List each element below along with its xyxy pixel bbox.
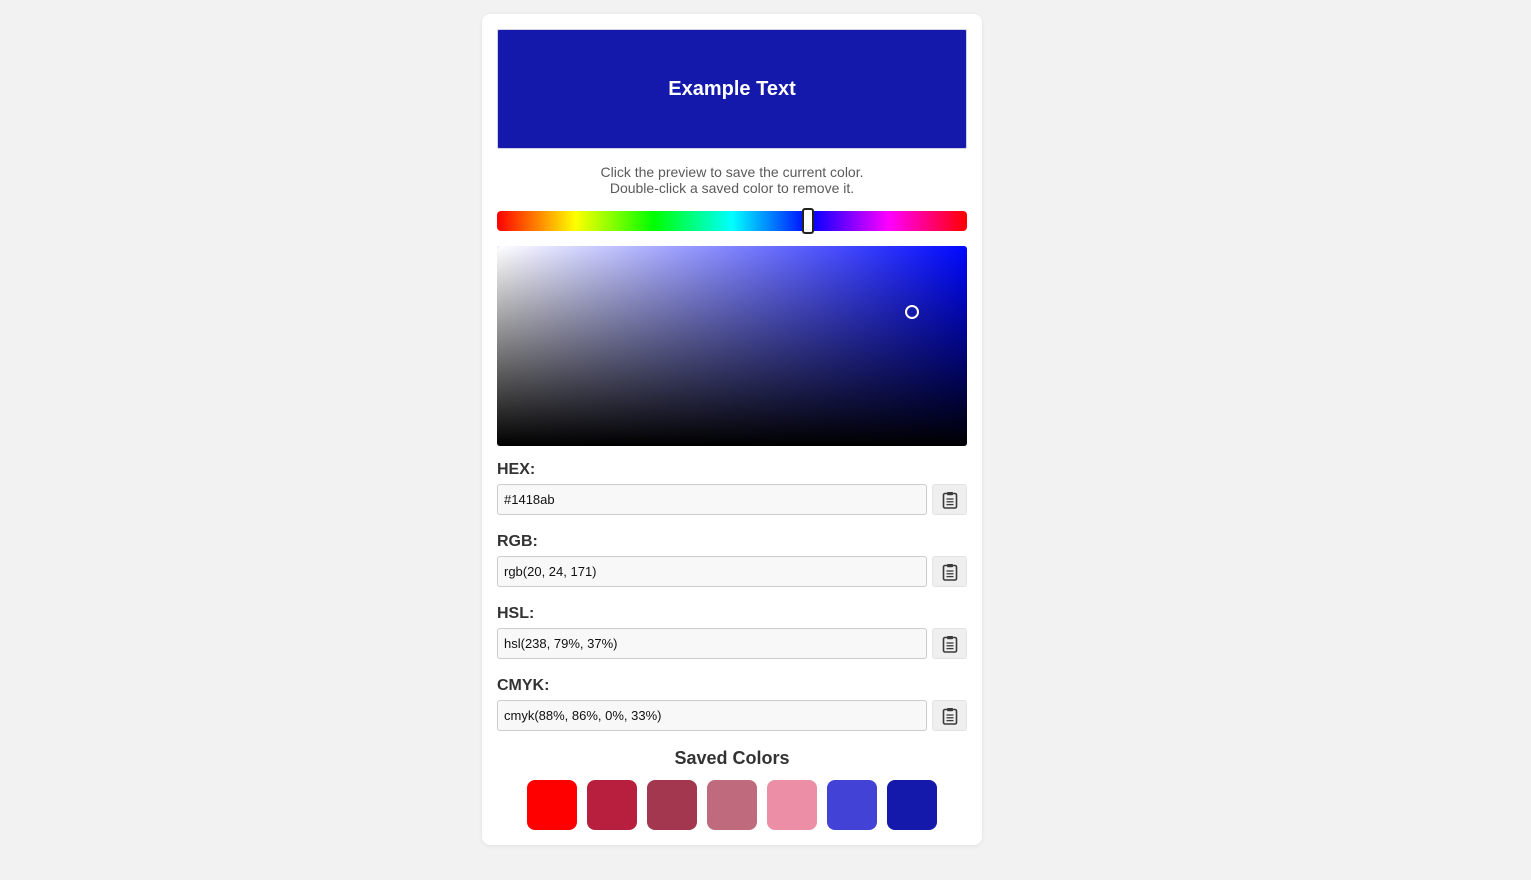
- clipboard-icon: [942, 707, 957, 725]
- hsl-label: HSL:: [497, 605, 535, 622]
- instruction-remove: Double-click a saved color to remove it.: [609, 180, 855, 196]
- hsl-input[interactable]: [497, 628, 927, 659]
- saved-color-swatch[interactable]: [647, 780, 697, 830]
- saved-color-swatch[interactable]: [707, 780, 757, 830]
- rgb-label: RGB:: [497, 533, 538, 550]
- clipboard-icon: [942, 635, 957, 653]
- hue-slider[interactable]: [497, 208, 967, 234]
- hue-slider-thumb[interactable]: [802, 208, 814, 234]
- hex-input[interactable]: [497, 484, 927, 515]
- saved-color-swatch[interactable]: [587, 780, 637, 830]
- hex-label: HEX:: [497, 461, 536, 478]
- copy-hsl-button[interactable]: [932, 628, 967, 659]
- instruction-save: Click the preview to save the current co…: [600, 164, 864, 180]
- saturation-value-area[interactable]: [497, 246, 967, 446]
- color-preview[interactable]: Example Text: [497, 29, 967, 149]
- saturation-value-marker[interactable]: [905, 305, 919, 319]
- rgb-input[interactable]: [497, 556, 927, 587]
- saved-colors-title: Saved Colors: [674, 748, 790, 768]
- clipboard-icon: [942, 491, 957, 509]
- copy-hex-button[interactable]: [932, 484, 967, 515]
- saved-color-swatch[interactable]: [827, 780, 877, 830]
- color-picker-card: Example Text Click the preview to save t…: [482, 14, 982, 845]
- preview-text: Example Text: [668, 77, 796, 100]
- cmyk-input[interactable]: [497, 700, 927, 731]
- instructions: Click the preview to save the current co…: [497, 164, 967, 196]
- copy-rgb-button[interactable]: [932, 556, 967, 587]
- clipboard-icon: [942, 563, 957, 581]
- saved-color-swatch[interactable]: [527, 780, 577, 830]
- saved-color-swatch[interactable]: [887, 780, 937, 830]
- cmyk-label: CMYK:: [497, 677, 550, 694]
- copy-cmyk-button[interactable]: [932, 700, 967, 731]
- saved-colors-list: [527, 780, 937, 830]
- saved-color-swatch[interactable]: [767, 780, 817, 830]
